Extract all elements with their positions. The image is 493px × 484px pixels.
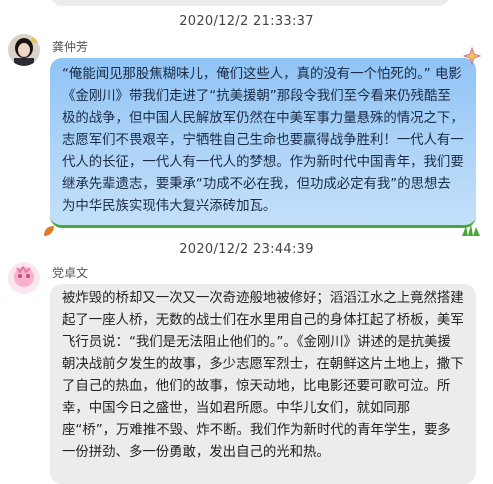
message-timestamp: 2020/12/2 23:44:39 bbox=[179, 242, 314, 257]
user-avatar-icon bbox=[8, 34, 40, 66]
message-bubble: “俺能闻见那股焦糊味儿，俺们这些人，真的没有一个怕死的。” 电影《金刚川》带我们… bbox=[50, 58, 476, 228]
avatar[interactable] bbox=[8, 34, 40, 66]
previous-message-bubble bbox=[50, 0, 450, 6]
sender-name: 党卓文 bbox=[52, 266, 89, 280]
user-avatar-icon bbox=[8, 262, 40, 294]
message-bubble: 被炸毁的桥却又一次又一次奇迹般地被修好；滔滔江水之上竟然搭建起了一座人桥，无数的… bbox=[50, 284, 476, 484]
avatar[interactable] bbox=[8, 262, 40, 294]
sender-name: 龚仲芳 bbox=[52, 40, 89, 54]
leaf-decoration-icon bbox=[44, 226, 54, 236]
message-text: “俺能闻见那股焦糊味儿，俺们这些人，真的没有一个怕死的。” 电影《金刚川》带我们… bbox=[62, 67, 464, 214]
sparkle-decoration-icon bbox=[462, 46, 482, 66]
grass-decoration-icon bbox=[462, 224, 480, 236]
message-text: 被炸毁的桥却又一次又一次奇迹般地被修好；滔滔江水之上竟然搭建起了一座人桥，无数的… bbox=[62, 291, 464, 460]
message-timestamp: 2020/12/2 21:33:37 bbox=[179, 14, 314, 29]
